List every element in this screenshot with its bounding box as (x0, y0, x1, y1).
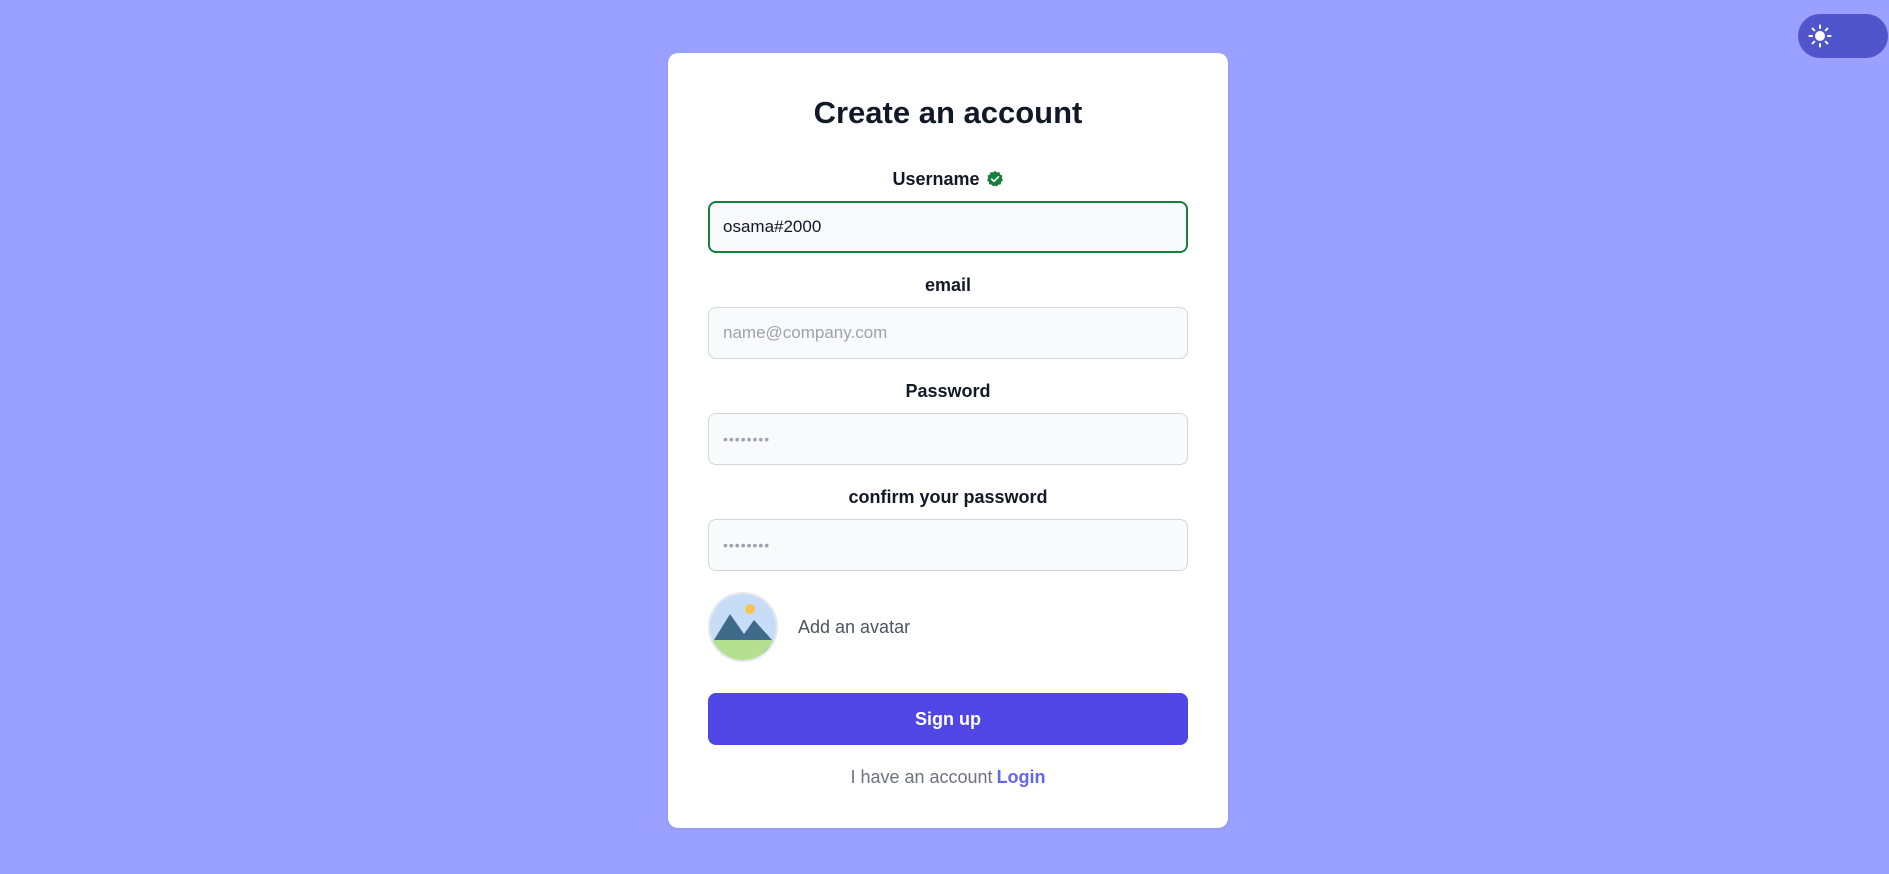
add-avatar-label[interactable]: Add an avatar (798, 617, 910, 638)
email-field-group: email (708, 271, 1188, 359)
confirm-password-label: confirm your password (848, 486, 1048, 507)
confirm-password-field-group: confirm your password (708, 483, 1188, 571)
page-title: Create an account (813, 95, 1083, 130)
theme-toggle[interactable] (1798, 14, 1888, 58)
image-placeholder-icon (710, 594, 776, 660)
signup-card: Create an account Username email Passwor… (668, 53, 1228, 828)
avatar-upload-button[interactable] (708, 592, 778, 662)
avatar-upload: Add an avatar (708, 591, 1188, 663)
password-field-group: Password (708, 377, 1188, 465)
login-prompt-text: I have an account (850, 767, 993, 787)
email-input[interactable] (708, 307, 1188, 359)
username-input[interactable] (708, 201, 1188, 253)
password-label: Password (905, 380, 991, 401)
confirm-password-input[interactable] (708, 519, 1188, 571)
sign-up-button[interactable]: Sign up (708, 693, 1188, 745)
sun-icon (1808, 24, 1832, 48)
username-field-group: Username (708, 165, 1188, 253)
login-prompt: I have an account Login (708, 767, 1188, 788)
password-input[interactable] (708, 413, 1188, 465)
username-label: Username (892, 168, 980, 189)
verified-check-icon (986, 170, 1004, 188)
email-label: email (924, 274, 972, 295)
login-link[interactable]: Login (997, 767, 1046, 787)
